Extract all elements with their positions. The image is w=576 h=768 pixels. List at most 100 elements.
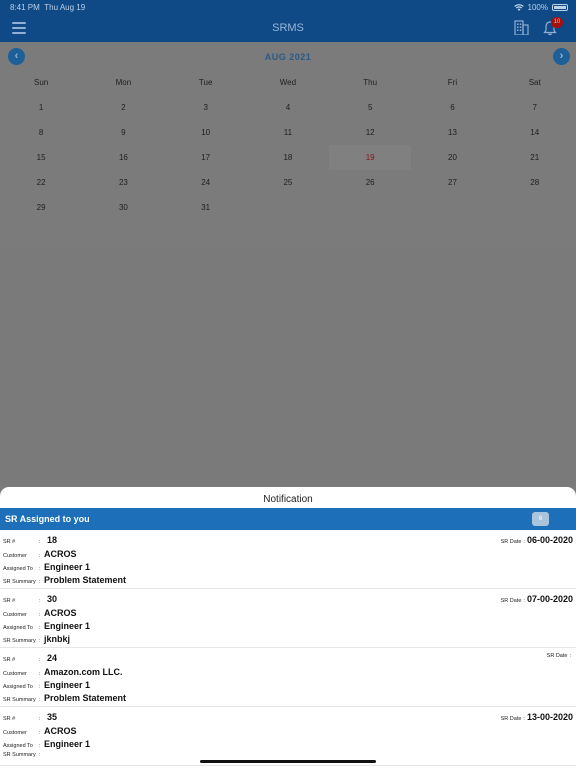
calendar-day[interactable]: 17 <box>165 145 247 170</box>
calendar-day[interactable]: 22 <box>0 170 82 195</box>
home-indicator <box>200 760 376 763</box>
calendar-day[interactable]: 18 <box>247 145 329 170</box>
status-time-date: 8:41 PM Thu Aug 19 <box>10 3 85 12</box>
sr-number-label: SR # <box>3 598 16 604</box>
customer-label: Customer <box>3 612 27 618</box>
status-time: 8:41 PM <box>10 3 40 12</box>
customer-row: Customer: ACROS <box>3 726 77 736</box>
calendar-day[interactable]: 23 <box>82 170 164 195</box>
calendar-day[interactable]: 2 <box>82 95 164 120</box>
customer-row: Customer: ACROS <box>3 608 77 618</box>
customer-value: ACROS <box>44 549 77 559</box>
calendar-day[interactable]: 29 <box>0 195 82 220</box>
calendar-day[interactable]: 28 <box>494 170 576 195</box>
sr-number-value: 18 <box>47 535 58 545</box>
sr-date-row: SR Date:06-00-2020 <box>501 535 573 545</box>
summary-row: SR Summary: Problem Statement <box>3 575 126 585</box>
sr-card[interactable]: SR #:18 SR Date:06-00-2020 Customer: ACROS A… <box>0 530 576 589</box>
weekday-label: Sun <box>34 78 49 87</box>
separator: : <box>39 716 41 722</box>
weekday-label: Tue <box>198 78 213 87</box>
calendar-day <box>494 195 576 220</box>
assigned-label: Assigned To <box>3 566 33 572</box>
sr-card[interactable]: SR #:24 SR Date: Customer: Amazon.com LLC. A… <box>0 648 576 707</box>
customer-value: ACROS <box>44 726 77 736</box>
summary-value: Problem Statement <box>44 575 127 585</box>
calendar-day[interactable]: 5 <box>329 95 411 120</box>
sr-card[interactable]: SR #:35 SR Date:13-00-2020 Customer: ACROS A… <box>0 707 576 766</box>
sr-number-label: SR # <box>3 539 16 545</box>
calendar-day[interactable]: 30 <box>82 195 164 220</box>
calendar-day[interactable]: 1 <box>0 95 82 120</box>
summary-label: SR Summary <box>3 697 36 703</box>
status-indicators: 100% <box>513 3 568 12</box>
assigned-label: Assigned To <box>3 684 33 690</box>
calendar-day[interactable]: 14 <box>494 120 576 145</box>
calendar-day[interactable]: 10 <box>165 120 247 145</box>
summary-value: jknbkj <box>44 634 71 644</box>
calendar-day[interactable]: 4 <box>247 95 329 120</box>
sr-number-value: 24 <box>47 653 58 663</box>
summary-row: SR Summary: jknbkj <box>3 634 70 644</box>
calendar-day[interactable]: 9 <box>82 120 164 145</box>
building-icon[interactable] <box>514 20 529 35</box>
customer-row: Customer: Amazon.com LLC. <box>3 667 123 677</box>
sheet-title: Notification <box>263 494 313 505</box>
sr-number-value: 35 <box>47 712 58 722</box>
sr-date-label: SR Date <box>500 539 522 545</box>
customer-row: Customer: ACROS <box>3 549 77 559</box>
calendar-day[interactable]: 13 <box>411 120 493 145</box>
summary-label: SR Summary <box>3 638 36 644</box>
sr-date-value: 07-00-2020 <box>526 594 573 604</box>
calendar-day[interactable]: 11 <box>247 120 329 145</box>
sr-card[interactable]: SR #:30 SR Date:07-00-2020 Customer: ACROS A… <box>0 589 576 648</box>
separator: : <box>523 716 525 722</box>
calendar-day[interactable]: 16 <box>82 145 164 170</box>
sr-number-label: SR # <box>3 657 16 663</box>
status-bar: 8:41 PM Thu Aug 19 100% <box>0 0 576 14</box>
calendar: ‹ AUG 2021 › Sun Mon Tue Wed Thu Fri Sat 12345… <box>0 42 576 247</box>
weekday-label: Fri <box>447 78 458 87</box>
notification-sheet: Notification SR Assigned to you 6 SR #:1… <box>0 487 576 768</box>
calendar-day[interactable]: 15 <box>0 145 82 170</box>
calendar-day[interactable]: 24 <box>165 170 247 195</box>
calendar-day[interactable]: 26 <box>329 170 411 195</box>
calendar-day[interactable]: 6 <box>411 95 493 120</box>
calendar-day[interactable]: 20 <box>411 145 493 170</box>
calendar-day[interactable]: 12 <box>329 120 411 145</box>
sr-date-label: SR Date <box>500 716 522 722</box>
summary-label: SR Summary <box>3 579 36 585</box>
battery-icon <box>552 4 568 11</box>
sr-list: SR #:18 SR Date:06-00-2020 Customer: ACROS A… <box>0 530 576 766</box>
calendar-day <box>411 195 493 220</box>
battery-percent: 100% <box>527 3 548 12</box>
calendar-day[interactable]: 8 <box>0 120 82 145</box>
summary-row: SR Summary: <box>3 752 44 758</box>
weekday-label: Thu <box>363 78 378 87</box>
assigned-row: Assigned To: Engineer 1 <box>3 621 90 631</box>
assigned-row: Assigned To: Engineer 1 <box>3 739 90 749</box>
calendar-day-today[interactable]: 19 <box>329 145 412 170</box>
calendar-day[interactable]: 25 <box>247 170 329 195</box>
sr-number-label: SR # <box>3 716 16 722</box>
assigned-value: Engineer 1 <box>44 621 91 631</box>
calendar-day[interactable]: 27 <box>411 170 493 195</box>
sr-date-label: SR Date <box>500 598 522 604</box>
chevron-right-icon[interactable]: › <box>553 48 570 65</box>
assigned-row: Assigned To: Engineer 1 <box>3 562 90 572</box>
section-header[interactable]: SR Assigned to you 6 <box>0 508 576 530</box>
calendar-day[interactable]: 7 <box>494 95 576 120</box>
section-title: SR Assigned to you <box>5 514 90 524</box>
customer-label: Customer <box>3 671 27 677</box>
sr-number-row: SR #:18 <box>3 535 57 545</box>
calendar-day[interactable]: 3 <box>165 95 247 120</box>
month-header: ‹ AUG 2021 › <box>0 42 576 72</box>
separator: : <box>569 653 571 659</box>
sr-number-row: SR #:30 <box>3 594 57 604</box>
calendar-day[interactable]: 21 <box>494 145 576 170</box>
separator: : <box>39 752 41 758</box>
calendar-day[interactable]: 31 <box>165 195 247 220</box>
weekday-header: Sun Mon Tue Wed Thu Fri Sat <box>0 78 576 87</box>
assigned-row: Assigned To: Engineer 1 <box>3 680 90 690</box>
sr-number-row: SR #:35 <box>3 712 57 722</box>
